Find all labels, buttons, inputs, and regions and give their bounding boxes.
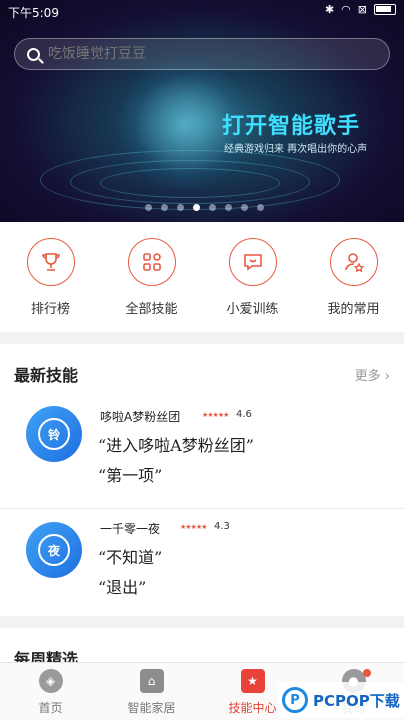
carousel-dot[interactable]: [177, 204, 184, 211]
more-link[interactable]: 更多 ›: [355, 365, 390, 384]
banner-carousel[interactable]: 下午5:09 ✱ ◠ ⊠ 打开智能歌手 经典游戏归来 再次唱出你的心声: [0, 0, 404, 222]
chat-training-icon: [228, 238, 277, 286]
grid-icon: [127, 238, 176, 286]
watermark: P PCPOP下载: [278, 682, 404, 718]
search-input[interactable]: [48, 46, 348, 62]
skill-card[interactable]: 夜 一千零一夜 ★★★★★ 4.3 “不知道” “退出”: [0, 508, 404, 618]
carousel-dot[interactable]: [193, 204, 200, 211]
rating-stars: ★★★★★: [180, 523, 207, 531]
user-star-icon: [329, 238, 378, 286]
house-icon: ⌂: [139, 669, 164, 693]
chevron-right-icon: ›: [384, 369, 390, 384]
carousel-dot[interactable]: [257, 204, 264, 211]
status-time: 下午5:09: [8, 6, 59, 20]
carousel-dot[interactable]: [225, 204, 232, 211]
trophy-icon: [26, 238, 75, 286]
skill-icon-glyph: 铃: [38, 418, 70, 450]
wifi-icon: ◠: [341, 3, 351, 16]
quick-item-all-skills[interactable]: 全部技能: [101, 222, 202, 332]
nav-item-smart-home[interactable]: ⌂ 智能家居: [101, 663, 202, 720]
skill-example-quote: “退出”: [98, 578, 147, 597]
app-screen: 下午5:09 ✱ ◠ ⊠ 打开智能歌手 经典游戏归来 再次唱出你的心声 排行榜: [0, 0, 404, 720]
quick-item-label: 全部技能: [125, 302, 178, 317]
skill-example-quote: “不知道”: [98, 548, 163, 567]
more-label: 更多: [354, 369, 381, 384]
bell-icon: 铃: [26, 406, 82, 462]
quick-item-label: 我的常用: [327, 302, 380, 317]
quick-item-label: 小爱训练: [226, 302, 279, 317]
banner-subtitle: 经典游戏归来 再次唱出你的心声: [224, 144, 368, 155]
banner-wave: [100, 168, 280, 198]
rating-value: 4.3: [214, 521, 230, 532]
status-icons: ✱ ◠ ⊠: [325, 3, 396, 16]
rating-stars: ★★★★★: [202, 411, 229, 419]
compass-icon: ◈: [38, 669, 63, 693]
quick-item-label: 排行榜: [30, 302, 70, 317]
skill-card[interactable]: 铃 哆啦A梦粉丝团 ★★★★★ 4.6 “进入哆啦A梦粉丝团” “第一项”: [0, 396, 404, 506]
watermark-logo: P: [282, 687, 308, 713]
search-icon: [27, 47, 40, 61]
carousel-dot[interactable]: [209, 204, 216, 211]
nav-label: 技能中心: [228, 701, 277, 715]
nav-label: 首页: [38, 701, 63, 715]
night-icon: 夜: [26, 522, 82, 578]
nav-item-home[interactable]: ◈ 首页: [0, 663, 101, 720]
quick-item-favorites[interactable]: 我的常用: [303, 222, 404, 332]
carousel-dot[interactable]: [241, 204, 248, 211]
rating-value: 4.6: [236, 409, 252, 420]
quick-item-training[interactable]: 小爱训练: [202, 222, 303, 332]
status-bar: 下午5:09 ✱ ◠ ⊠: [0, 0, 404, 24]
skill-name: 哆啦A梦粉丝团: [100, 410, 181, 424]
star-icon: ★: [240, 669, 265, 693]
quick-actions: 排行榜 全部技能 小爱训练 我的常用: [0, 222, 404, 332]
banner-title: 打开智能歌手: [222, 114, 361, 139]
nav-label: 智能家居: [127, 701, 176, 715]
bluetooth-icon: ✱: [324, 3, 335, 16]
search-bar[interactable]: [14, 38, 390, 70]
carousel-dots: [145, 204, 264, 211]
quick-item-ranking[interactable]: 排行榜: [0, 222, 101, 332]
sim-icon: ⊠: [357, 3, 367, 16]
watermark-text: PCPOP下载: [313, 691, 400, 710]
section-title: 最新技能: [14, 366, 79, 385]
skill-example-quote: “第一项”: [98, 466, 163, 485]
skill-icon-glyph: 夜: [38, 534, 70, 566]
skill-example-quote: “进入哆啦A梦粉丝团”: [98, 436, 254, 455]
battery-icon: [374, 4, 396, 15]
carousel-dot[interactable]: [161, 204, 168, 211]
latest-skills-section: 最新技能 更多 › 铃 哆啦A梦粉丝团 ★★★★★ 4.6 “进入哆啦A梦粉丝团…: [0, 344, 404, 616]
notification-badge: [363, 669, 371, 677]
carousel-dot[interactable]: [145, 204, 152, 211]
skill-name: 一千零一夜: [100, 522, 161, 536]
